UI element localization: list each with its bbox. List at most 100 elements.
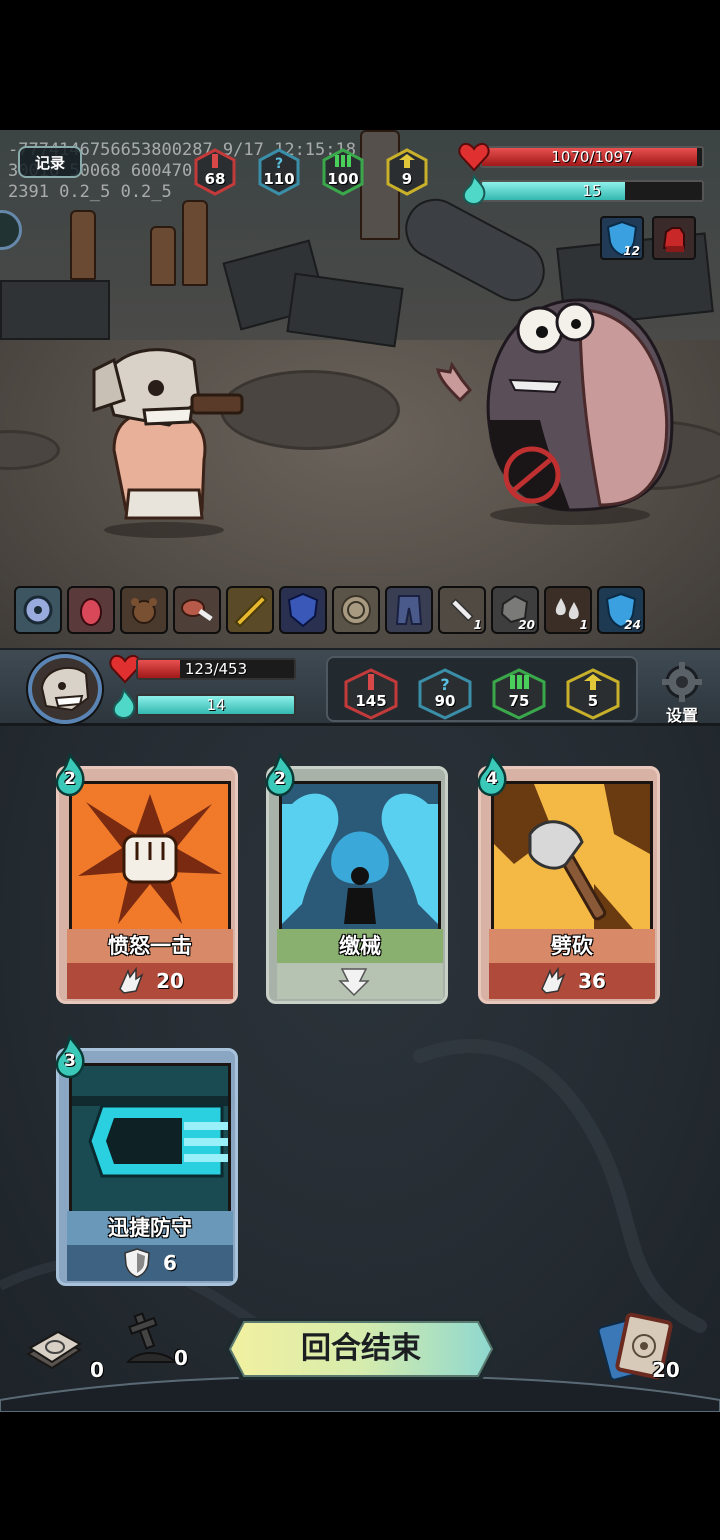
golden-horn-icon	[234, 594, 268, 628]
card-furious-strike[interactable]: 愤怒一击 20 2	[55, 752, 238, 1004]
battle-scene: -7774146756653800287 9/17 12:15:18 30016…	[0, 130, 720, 648]
card-effect-value: 36	[578, 969, 606, 993]
enemy-buff-shield-count: 12	[623, 244, 640, 258]
relic-bone[interactable]: 1	[438, 586, 486, 634]
relic-compass[interactable]	[14, 586, 62, 634]
blue-badge-icon	[287, 592, 319, 628]
player-energy-text: 14	[206, 696, 226, 714]
player-character	[92, 348, 244, 538]
exhaust-pile[interactable]: 0	[122, 1310, 202, 1372]
grave-cross-icon	[125, 1312, 179, 1363]
relic-meat-bone[interactable]	[173, 586, 221, 634]
player-hp-bar: 123/453	[136, 658, 296, 680]
relic-bear-toy[interactable]	[120, 586, 168, 634]
relic-stone[interactable]: 20	[491, 586, 539, 634]
relic-coin[interactable]	[332, 586, 380, 634]
bear-toy-icon	[131, 598, 157, 624]
card-chop[interactable]: 劈砍 36 4	[477, 752, 660, 1004]
player-defense-value: 75	[508, 692, 530, 710]
relic-stone-count: 20	[518, 618, 535, 632]
meat-bone-icon	[181, 599, 213, 622]
relic-water-drops[interactable]: 1	[544, 586, 592, 634]
card-effect: 20	[67, 963, 233, 999]
gauntlet-icon	[662, 227, 685, 252]
pants-icon	[395, 595, 423, 625]
discard-cards-icon	[26, 1330, 83, 1370]
end-turn-button[interactable]: 回合结束	[220, 1312, 502, 1386]
relic-blue-badge[interactable]	[279, 586, 327, 634]
player-stat-mystery[interactable]: ? 90	[416, 668, 474, 720]
enemy-buff-gauntlet[interactable]	[652, 216, 696, 260]
claw-icon	[119, 967, 144, 994]
player-attack-value: 145	[355, 692, 387, 710]
card-effect-value: 20	[156, 969, 184, 993]
relic-red-creature[interactable]	[67, 586, 115, 634]
exhaust-count: 0	[174, 1346, 188, 1370]
disarm-spirit-icon	[282, 793, 438, 924]
enemy-hp-bar: 1070/1097	[458, 142, 706, 172]
card-name: 迅捷防守	[67, 1211, 233, 1245]
shield-icon	[124, 1248, 150, 1278]
enemy-hp-text: 1070/1097	[551, 148, 633, 166]
draw-count: 20	[652, 1358, 680, 1382]
card-effect: 6	[67, 1245, 233, 1281]
player-stat-defense[interactable]: 75	[490, 668, 548, 720]
player-status-panel: 123/453 14 145 ? 90 75 5 设置	[0, 648, 720, 726]
card-cost: 3	[53, 1034, 87, 1079]
card-effect	[277, 963, 443, 999]
coin-icon	[341, 595, 371, 625]
claw-icon	[541, 967, 566, 994]
card-effect-value: 6	[163, 1251, 177, 1275]
enemy-stat-speed[interactable]: 9	[384, 148, 430, 196]
player-avatar[interactable]	[28, 654, 102, 724]
card-art	[279, 781, 441, 933]
debug-line-3: 2391 0.2_5 0.2_5	[8, 182, 172, 202]
relic-golden-horn[interactable]	[226, 586, 274, 634]
card-art	[69, 1063, 231, 1215]
player-stat-attack[interactable]: 145	[342, 668, 400, 720]
relic-shield-count: 24	[624, 618, 641, 632]
settings-button[interactable]: 设置	[654, 662, 710, 725]
settings-label: 设置	[665, 706, 698, 725]
enemy-energy-bar: 15	[458, 174, 706, 206]
top-letterbox	[0, 0, 720, 130]
compass-icon	[23, 595, 53, 625]
enemy-stat-attack[interactable]: 68	[192, 148, 238, 196]
player-stats-tray: 145 ? 90 75 5	[326, 656, 638, 722]
bottom-letterbox	[0, 1412, 720, 1540]
side-menu-button[interactable]	[0, 210, 22, 250]
card-cost: 2	[53, 752, 87, 797]
card-art	[491, 781, 653, 933]
player-energy-bar: 14	[136, 694, 296, 716]
discard-pile[interactable]: 0	[24, 1326, 104, 1386]
enemy-buff-shield[interactable]: 12	[600, 216, 644, 260]
player-stat-speed[interactable]: 5	[564, 668, 622, 720]
enemy-speed-value: 9	[401, 170, 413, 188]
discard-count: 0	[90, 1358, 104, 1382]
enemy-stat-defense[interactable]: 100	[320, 148, 366, 196]
relic-pants[interactable]	[385, 586, 433, 634]
draw-pile[interactable]: 20	[596, 1312, 696, 1388]
card-effect: 36	[489, 963, 655, 999]
record-button[interactable]: 记录	[18, 146, 82, 178]
player-hp-text: 123/453	[184, 660, 248, 678]
card-disarm[interactable]: 缴械 2	[265, 752, 448, 1004]
card-swift-defense[interactable]: 迅捷防守 6 3	[55, 1034, 238, 1286]
card-name: 劈砍	[489, 929, 655, 963]
end-turn-label: 回合结束	[301, 1331, 421, 1366]
player-mystery-value: 90	[434, 692, 456, 710]
card-name: 愤怒一击	[67, 929, 233, 963]
heart-icon	[458, 142, 490, 172]
fist-icon	[78, 794, 222, 924]
player-speed-value: 5	[587, 692, 599, 710]
relic-shield[interactable]: 24	[597, 586, 645, 634]
enemy-stat-mystery[interactable]: ? 110	[256, 148, 302, 196]
enemy-attack-value: 68	[204, 170, 226, 188]
gear-icon	[662, 662, 702, 702]
red-creature-icon	[80, 598, 102, 626]
card-cost: 4	[475, 752, 509, 797]
relic-water-drops-count: 1	[579, 618, 588, 632]
energy-flame-icon	[462, 174, 486, 206]
enemy-energy-text: 15	[582, 182, 602, 200]
energy-flame-icon	[112, 688, 136, 720]
